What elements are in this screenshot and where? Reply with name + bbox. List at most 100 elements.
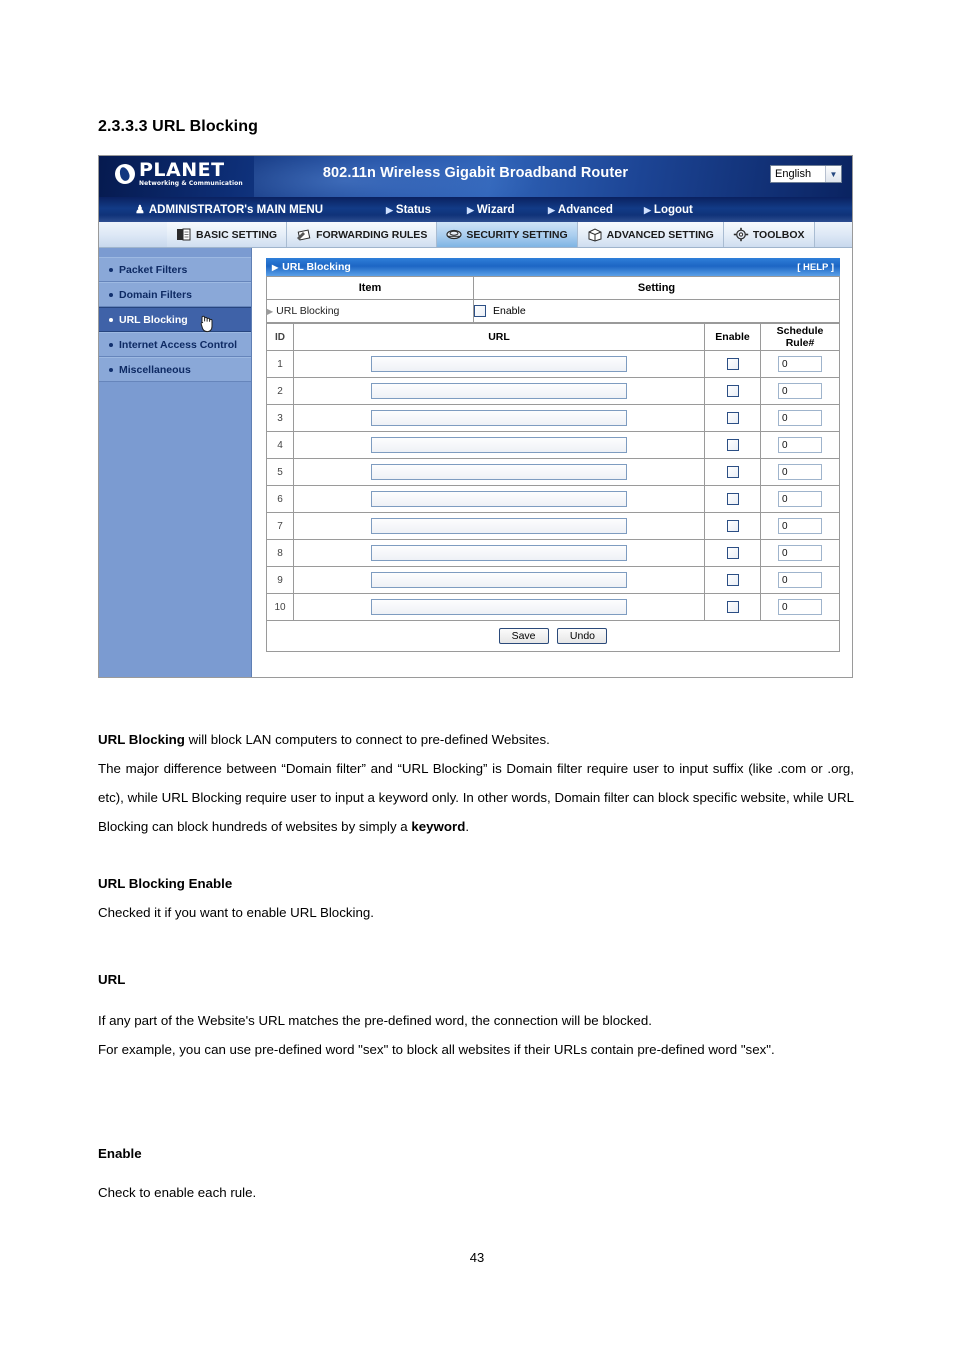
section-text-url: If any part of the Website's URL matches… [98,1006,854,1064]
table-header-row: Item Setting [266,276,840,300]
schedule-rule-input[interactable]: 0 [778,356,822,372]
table-footer-row: Save Undo [266,620,840,652]
sidebar-item-packet-filters[interactable]: Packet Filters [99,257,251,282]
url-input[interactable] [371,437,627,453]
panel-header: ▶ URL Blocking [ HELP ] [266,258,840,276]
row-url-cell [293,566,705,594]
sidebar-item-url-blocking[interactable]: URL Blocking [99,307,251,333]
section-heading-url-blocking-enable: URL Blocking Enable [98,876,233,891]
row-enable-checkbox[interactable] [726,358,739,371]
menu-item-wizard[interactable]: ▶ Wizard [467,204,515,216]
url-input[interactable] [371,410,627,426]
schedule-rule-input[interactable]: 0 [778,545,822,561]
schedule-rule-input[interactable]: 0 [778,572,822,588]
row-enable-checkbox[interactable] [726,547,739,560]
schedule-rule-input[interactable]: 0 [778,518,822,534]
bullet-icon [109,342,113,347]
intro-paragraph: URL Blocking will block LAN computers to… [98,725,854,841]
menu-item-logout[interactable]: ▶ Logout [644,204,693,216]
row-schedule-cell: 0 [760,593,840,621]
url-input[interactable] [371,383,627,399]
intro-bold: URL Blocking [98,732,185,747]
row-enable-checkbox[interactable] [726,520,739,533]
menu-item-advanced[interactable]: ▶ Advanced [548,204,613,216]
sidebar: Packet Filters Domain Filters URL Blocki… [99,248,252,677]
schedule-rule-input[interactable]: 0 [778,437,822,453]
row-schedule-cell: 0 [760,377,840,405]
row-enable-cell [704,512,761,540]
caret-right-icon: ▶ [386,204,393,215]
row-schedule-cell: 0 [760,539,840,567]
menu-item-status-label: Status [395,203,432,216]
schedule-rule-input[interactable]: 0 [778,491,822,507]
bullet-icon [109,267,113,272]
brand-name: PLANET [139,159,225,181]
box-icon [587,227,603,242]
tab-advanced-setting-label: ADVANCED SETTING [606,228,714,241]
url-input[interactable] [371,599,627,615]
router-banner: PLANET Networking & Communication 802.11… [99,156,852,197]
row-enable-checkbox[interactable] [726,574,739,587]
row-url-cell [293,593,705,621]
tab-forwarding-rules[interactable]: FORWARDING RULES [287,222,438,247]
tab-advanced-setting[interactable]: ADVANCED SETTING [577,222,724,247]
row-enable-checkbox[interactable] [726,412,739,425]
sidebar-item-miscellaneous-label: Miscellaneous [119,363,191,376]
row-enable-checkbox[interactable] [726,601,739,614]
menu-item-status[interactable]: ▶ Status [386,204,431,216]
schedule-rule-input[interactable]: 0 [778,383,822,399]
col-header-enable: Enable [704,323,761,351]
language-select-value: English [775,168,812,180]
row-url-cell [293,431,705,459]
sidebar-item-domain-filters-label: Domain Filters [119,288,192,301]
help-link[interactable]: [ HELP ] [797,262,834,273]
sidebar-item-internet-access-control[interactable]: Internet Access Control [99,332,251,357]
url-input[interactable] [371,545,627,561]
planet-logo-icon [115,164,135,184]
url-input[interactable] [371,572,627,588]
row-id: 4 [266,431,294,459]
row-enable-checkbox[interactable] [726,466,739,479]
row-enable-checkbox[interactable] [726,493,739,506]
rules-header-row: ID URL Enable Schedule Rule# [266,323,840,351]
url-rules-table: ID URL Enable Schedule Rule# 1 0 2 0 3 0… [266,323,840,652]
schedule-rule-input[interactable]: 0 [778,464,822,480]
url-input[interactable] [371,464,627,480]
url-input[interactable] [371,518,627,534]
row-schedule-cell: 0 [760,404,840,432]
tab-basic-setting[interactable]: BASIC SETTING [167,222,288,247]
row-enable-cell [704,431,761,459]
tab-toolbox[interactable]: TOOLBOX [723,222,815,247]
table-row: 4 0 [266,431,840,459]
url-input[interactable] [371,356,627,372]
sidebar-item-domain-filters[interactable]: Domain Filters [99,282,251,307]
row-enable-checkbox[interactable] [726,439,739,452]
row-enable-checkbox[interactable] [726,385,739,398]
row-url-cell [293,350,705,378]
schedule-rule-input[interactable]: 0 [778,599,822,615]
row-enable-cell [704,539,761,567]
table-row: 2 0 [266,377,840,405]
schedule-rule-input[interactable]: 0 [778,410,822,426]
mouse-cursor-hand-icon [199,313,215,333]
save-button[interactable]: Save [498,628,549,644]
tab-security-setting[interactable]: SECURITY SETTING [437,222,578,247]
sidebar-item-internet-access-control-label: Internet Access Control [119,338,238,351]
url-blocking-enable-checkbox[interactable] [474,305,486,317]
row-enable-cell [704,593,761,621]
caret-right-icon: ▶ [644,204,651,215]
row-enable-cell [704,350,761,378]
url-input[interactable] [371,491,627,507]
language-select[interactable]: English ▼ [770,165,842,183]
section-heading-enable: Enable [98,1146,142,1161]
table-row: 3 0 [266,404,840,432]
row-schedule-cell: 0 [760,566,840,594]
sidebar-item-miscellaneous[interactable]: Miscellaneous [99,357,251,382]
row-url-cell [293,539,705,567]
table-row: 1 0 [266,350,840,378]
admin-main-menu-label: ♟ ADMINISTRATOR's MAIN MENU [135,203,323,217]
undo-button[interactable]: Undo [557,628,608,644]
forwarding-icon [296,227,312,242]
col-header-schedule: Schedule Rule# [760,323,840,351]
url-blocking-enable-label: Enable [493,305,526,317]
